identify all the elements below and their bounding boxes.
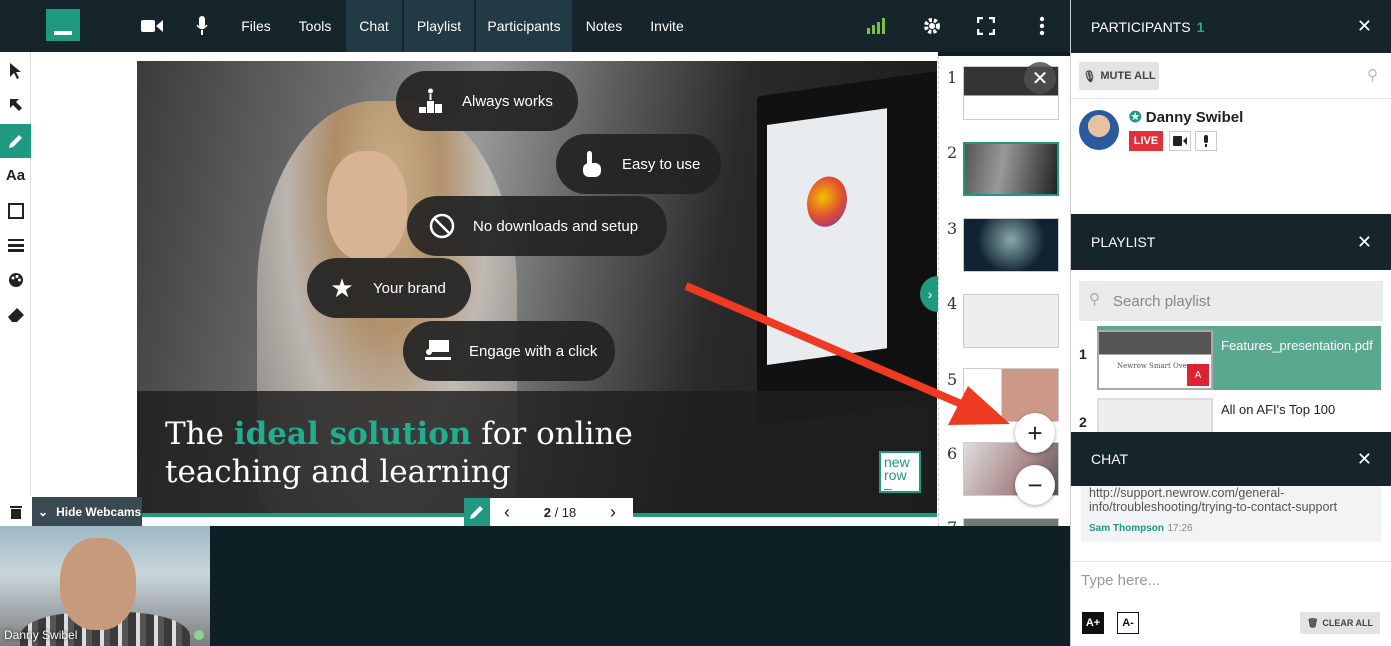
star-icon: ★ xyxy=(330,272,354,303)
slide-pager: ‹ 2 / 18 › xyxy=(464,498,633,526)
search-icon: ⚲ xyxy=(1089,291,1100,308)
podium-icon xyxy=(414,84,448,118)
top-bar: Files Tools Chat Playlist Participants N… xyxy=(0,0,1070,52)
clear-annotations-trash-icon[interactable] xyxy=(0,497,31,526)
chat-input[interactable]: Type here... xyxy=(1081,572,1160,589)
webcam-name: Danny Swibel xyxy=(4,628,78,642)
pointer-tool-icon[interactable] xyxy=(0,54,31,88)
thumb-number: 5 xyxy=(947,370,958,389)
live-badge: LIVE xyxy=(1129,131,1163,151)
prev-page-icon[interactable]: ‹ xyxy=(490,502,524,523)
app-logo xyxy=(46,9,80,41)
slide-canvas[interactable]: Always works Easy to use No downloads an… xyxy=(137,61,937,517)
slide-thumbnail[interactable] xyxy=(963,142,1059,196)
font-increase-button[interactable]: A+ xyxy=(1082,612,1104,634)
close-participants-icon[interactable]: ✕ xyxy=(1357,16,1372,37)
slide-thumbnail[interactable] xyxy=(963,218,1059,272)
drawing-toolbar: Aa xyxy=(0,52,31,526)
chat-author: Sam Thompson xyxy=(1089,523,1165,534)
touch-hand-icon xyxy=(574,147,608,181)
slide-thumbnail[interactable] xyxy=(963,368,1059,422)
color-palette-icon[interactable] xyxy=(0,263,31,297)
audio-status-dot xyxy=(194,630,204,640)
zoom-out-icon[interactable]: − xyxy=(1015,465,1055,505)
close-chat-icon[interactable]: ✕ xyxy=(1357,449,1372,470)
thumb-number: 4 xyxy=(947,294,958,313)
more-menu-icon[interactable] xyxy=(1030,14,1054,38)
shape-tool-icon[interactable] xyxy=(0,194,31,228)
avatar xyxy=(1079,110,1119,150)
chevron-down-icon: ⌄ xyxy=(38,504,49,519)
next-page-icon[interactable]: › xyxy=(596,502,630,523)
microphone-icon: 🎙 xyxy=(1082,70,1097,83)
camera-icon[interactable] xyxy=(140,14,164,38)
participant-count: 1 xyxy=(1196,18,1205,35)
mute-all-button[interactable]: 🎙 MUTE ALL xyxy=(1079,62,1159,90)
feature-pill: Easy to use xyxy=(556,134,721,194)
slide-thumbnails: 1 2 3 4 5 6 7 xyxy=(938,56,1070,526)
newrow-logo: new row – xyxy=(879,451,921,495)
nav-files[interactable]: Files xyxy=(232,0,280,52)
eraser-icon[interactable] xyxy=(0,298,31,332)
feature-pill: ★ Your brand xyxy=(307,258,471,318)
font-decrease-button[interactable]: A- xyxy=(1117,612,1139,634)
annotate-pen-icon[interactable] xyxy=(464,498,490,526)
zoom-in-icon[interactable]: + xyxy=(1015,413,1055,453)
current-page: 2 xyxy=(543,504,551,520)
participants-header: PARTICIPANTS 1 ✕ xyxy=(1071,0,1391,53)
webcam-tile[interactable]: Danny Swibel xyxy=(0,526,210,646)
participant-name: ✪ Danny Swibel xyxy=(1129,109,1244,126)
hide-webcams-button[interactable]: ⌄ Hide Webcams xyxy=(32,497,142,526)
chat-message: http://support.newrow.com/general-info/t… xyxy=(1081,486,1381,542)
participant-microphone-icon[interactable] xyxy=(1195,131,1217,151)
feature-pill: Always works xyxy=(396,71,578,131)
playlist-item[interactable]: 1 Newrow Smart Overview A Features_prese… xyxy=(1071,326,1391,390)
signal-icon xyxy=(864,14,888,38)
settings-gear-icon[interactable] xyxy=(920,14,944,38)
feature-pill: No downloads and setup xyxy=(407,196,667,256)
clear-all-button[interactable]: 🗑 CLEAR ALL xyxy=(1300,612,1380,634)
pdf-icon: A xyxy=(1187,364,1209,386)
line-weight-icon[interactable] xyxy=(0,228,31,262)
close-playlist-icon[interactable]: ✕ xyxy=(1357,232,1372,253)
fullscreen-icon[interactable] xyxy=(974,14,998,38)
feature-pill: Engage with a click xyxy=(403,321,615,381)
no-download-icon xyxy=(425,209,459,243)
host-star-icon: ✪ xyxy=(1129,109,1142,126)
thumb-number: 7 xyxy=(947,518,957,526)
thumb-number: 1 xyxy=(947,68,958,87)
participant-camera-icon[interactable] xyxy=(1169,131,1191,151)
thumb-number: 6 xyxy=(947,444,958,463)
thumb-number: 3 xyxy=(947,219,958,238)
thumb-number: 2 xyxy=(947,143,958,162)
presentation-board-icon xyxy=(421,334,455,368)
search-icon[interactable]: ⚲ xyxy=(1367,66,1378,84)
playlist-thumbnail xyxy=(1097,398,1213,432)
slide-photo-monitor xyxy=(757,65,937,427)
playlist-header: PLAYLIST ✕ xyxy=(1071,214,1391,270)
nav-invite[interactable]: Invite xyxy=(640,0,694,52)
slide-photo-face xyxy=(327,151,407,261)
nav-participants[interactable]: Participants xyxy=(476,0,572,52)
playlist-search-input[interactable]: ⚲ Search playlist xyxy=(1079,281,1383,321)
nav-chat[interactable]: Chat xyxy=(346,0,402,52)
nav-tools[interactable]: Tools xyxy=(290,0,340,52)
text-tool-icon[interactable]: Aa xyxy=(0,158,31,192)
nav-playlist[interactable]: Playlist xyxy=(404,0,474,52)
slide-headline: The ideal solution for online teaching a… xyxy=(165,416,633,490)
microphone-icon[interactable] xyxy=(190,14,214,38)
playlist-item[interactable]: 2 All on AFI's Top 100 xyxy=(1071,394,1391,432)
chat-header: CHAT ✕ xyxy=(1071,432,1391,486)
slide-thumbnail[interactable] xyxy=(963,518,1059,526)
pen-tool-icon[interactable] xyxy=(0,124,31,158)
nav-notes[interactable]: Notes xyxy=(580,0,628,52)
slide-thumbnail[interactable] xyxy=(963,294,1059,348)
trash-icon: 🗑 xyxy=(1306,617,1319,628)
playlist-thumbnail: Newrow Smart Overview A xyxy=(1097,330,1213,390)
total-pages: / 18 xyxy=(554,504,577,520)
right-panel: PARTICIPANTS 1 ✕ 🎙 MUTE ALL ⚲ ✪ Danny Sw… xyxy=(1070,0,1391,646)
chat-time: 17:26 xyxy=(1167,523,1193,534)
laser-arrow-tool-icon[interactable] xyxy=(0,88,31,122)
close-thumbnails-icon[interactable]: ✕ xyxy=(1024,62,1056,94)
